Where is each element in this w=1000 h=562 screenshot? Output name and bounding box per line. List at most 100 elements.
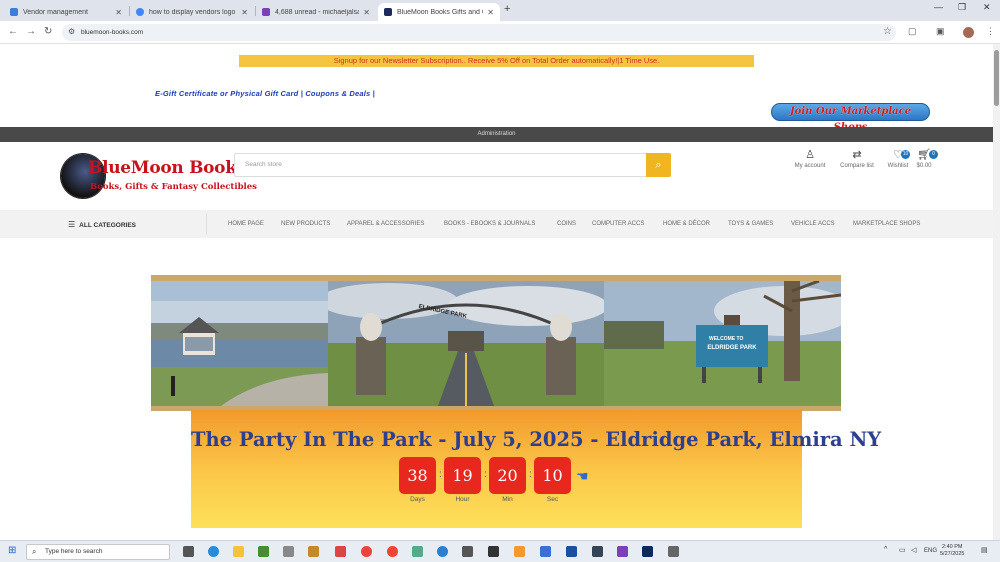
network-icon[interactable]: ▭ — [899, 546, 906, 554]
more-menu-icon[interactable]: ⋮ — [986, 26, 995, 37]
forward-icon[interactable]: → — [26, 26, 36, 37]
tray-chevron-icon[interactable]: ^ — [884, 546, 887, 553]
address-bar[interactable]: ⚙ bluemoon-books.com ☆ — [62, 24, 896, 41]
windows-start-icon[interactable]: ⊞ — [8, 545, 16, 556]
opera-icon[interactable] — [387, 546, 398, 557]
countdown-separator: : — [484, 469, 487, 480]
file-explorer-icon[interactable] — [233, 546, 244, 557]
countdown-days: 38 — [399, 457, 436, 494]
app-icon[interactable] — [335, 546, 346, 557]
clock-date: 5/27/2025 — [940, 551, 965, 557]
logo-title: BlueMoon Books — [88, 158, 246, 178]
extensions-icon[interactable]: ▢ — [908, 26, 917, 37]
app-icon[interactable] — [488, 546, 499, 557]
tab-title: Vendor management — [23, 8, 88, 16]
minimize-window-icon[interactable]: — — [934, 2, 943, 12]
search-icon: ⌕ — [655, 159, 662, 171]
windows-taskbar: ⊞ ⌕ Type here to search ^ ▭ ◁ ENG 2:40 P… — [0, 540, 1000, 562]
clock-time: 2:40 PM — [941, 544, 963, 550]
nav-marketplace-shops[interactable]: MARKETPLACE SHOPS — [853, 221, 920, 227]
maximize-window-icon[interactable]: ❐ — [958, 2, 966, 13]
bookmark-star-icon[interactable]: ☆ — [883, 26, 892, 37]
back-icon[interactable]: ← — [8, 26, 18, 37]
close-tab-icon[interactable]: ✕ — [363, 8, 370, 17]
app-icon[interactable] — [283, 546, 294, 557]
chrome-icon[interactable] — [361, 546, 372, 557]
countdown-days-label: Days — [410, 496, 425, 503]
welcome-sign-top-text: WELCOME TO — [709, 336, 744, 342]
nav-books-ebooks-journals[interactable]: BOOKS - EBOOKS & JOURNALS — [444, 221, 535, 227]
countdown-seconds: 10 — [534, 457, 571, 494]
close-tab-icon[interactable]: ✕ — [241, 8, 248, 17]
search-icon: ⌕ — [32, 547, 37, 556]
nav-new-products[interactable]: NEW PRODUCTS — [281, 221, 330, 227]
scrollbar-thumb[interactable] — [994, 50, 999, 106]
pointer-cursor-icon: ☚ — [576, 468, 589, 484]
page-scrollbar[interactable] — [993, 44, 1000, 540]
tab-title: BlueMoon Books Gifts and Co — [397, 8, 484, 16]
volume-icon[interactable]: ◁ — [911, 546, 916, 554]
url-text: bluemoon-books.com — [81, 29, 144, 36]
nav-vehicle-accs[interactable]: VEHICLE ACCS — [791, 221, 835, 227]
notifications-icon[interactable]: ▤ — [981, 546, 988, 554]
store-search-input[interactable]: Search store — [234, 153, 647, 177]
new-tab-button[interactable]: + — [504, 3, 510, 15]
search-button[interactable]: ⌕ — [646, 153, 671, 177]
browser-tab-vendor-management[interactable]: Vendor management ✕ — [4, 3, 128, 21]
close-window-icon[interactable]: ✕ — [983, 2, 991, 13]
countdown-hours: 19 — [444, 457, 481, 494]
compare-list-label: Compare list — [840, 163, 874, 169]
join-marketplace-button[interactable]: Join Our Marketplace Shops — [771, 103, 930, 133]
app-icon[interactable] — [308, 546, 319, 557]
app-icon[interactable] — [617, 546, 628, 557]
taskbar-search-input[interactable]: ⌕ Type here to search — [26, 544, 170, 560]
copilot-icon[interactable] — [208, 546, 219, 557]
administration-bar[interactable]: Administration — [0, 127, 993, 142]
all-categories-label: ALL CATEGORIES — [79, 222, 136, 229]
nav-apparel-accessories[interactable]: APPAREL & ACCESSORIES — [347, 221, 424, 227]
app-icon[interactable] — [668, 546, 679, 557]
photoshop-icon[interactable] — [642, 546, 653, 557]
browser-tab-google-search[interactable]: how to display vendors logo o ✕ — [130, 3, 254, 21]
app-icon[interactable] — [592, 546, 603, 557]
close-tab-icon[interactable]: ✕ — [115, 8, 122, 17]
app-icon[interactable] — [412, 546, 423, 557]
gazebo-photo — [151, 281, 328, 406]
app-icon[interactable] — [566, 546, 577, 557]
profile-avatar[interactable] — [963, 27, 974, 38]
cart-count-badge: 0 — [929, 150, 938, 159]
site-logo[interactable]: BlueMoon Books Books, Gifts & Fantasy Co… — [61, 154, 257, 200]
gift-card-coupon-links[interactable]: E-Gift Certificate or Physical Gift Card… — [155, 89, 375, 98]
reload-icon[interactable]: ↻ — [44, 26, 52, 37]
app-icon[interactable] — [540, 546, 551, 557]
language-indicator[interactable]: ENG — [924, 548, 937, 554]
tab-title: 4,688 unread - michaeljalsar@y — [275, 8, 360, 16]
edge-icon[interactable] — [437, 546, 448, 557]
nav-home-page[interactable]: HOME PAGE — [228, 221, 264, 227]
browser-tab-bluemoon[interactable]: BlueMoon Books Gifts and Co ✕ — [378, 3, 500, 21]
google-favicon-icon — [136, 8, 144, 16]
cart-total: $0.00 — [916, 163, 932, 169]
compare-list-link[interactable]: ⇄ Compare list — [835, 149, 879, 169]
nav-home-decor[interactable]: HOME & DÉCOR — [663, 221, 710, 227]
my-account-link[interactable]: ♙ My account — [790, 149, 830, 169]
app-icon[interactable] — [514, 546, 525, 557]
task-view-icon[interactable] — [183, 546, 194, 557]
all-categories-menu[interactable]: ☰ ALL CATEGORIES — [68, 220, 136, 229]
countdown-minutes: 20 — [489, 457, 526, 494]
close-tab-icon[interactable]: ✕ — [487, 8, 494, 17]
nav-computer-accs[interactable]: COMPUTER ACCS — [592, 221, 644, 227]
sidebar-icon[interactable]: ▣ — [936, 26, 945, 37]
countdown-minutes-label: Min — [502, 496, 513, 503]
vendor-favicon-icon — [10, 8, 18, 16]
taskbar-clock[interactable]: 2:40 PM 5/27/2025 — [940, 544, 964, 558]
nav-coins[interactable]: COINS — [557, 221, 576, 227]
site-info-icon[interactable]: ⚙ — [68, 27, 75, 36]
nav-toys-games[interactable]: TOYS & GAMES — [728, 221, 773, 227]
browser-tab-mail[interactable]: 4,688 unread - michaeljalsar@y ✕ — [256, 3, 376, 21]
tab-title: how to display vendors logo o — [149, 8, 238, 16]
newsletter-promo-banner[interactable]: Signup for our Newsletter Subscription..… — [239, 55, 754, 67]
app-icon[interactable] — [258, 546, 269, 557]
settings-icon[interactable] — [462, 546, 473, 557]
event-countdown-panel: The Party In The Park - July 5, 2025 - E… — [191, 410, 881, 528]
